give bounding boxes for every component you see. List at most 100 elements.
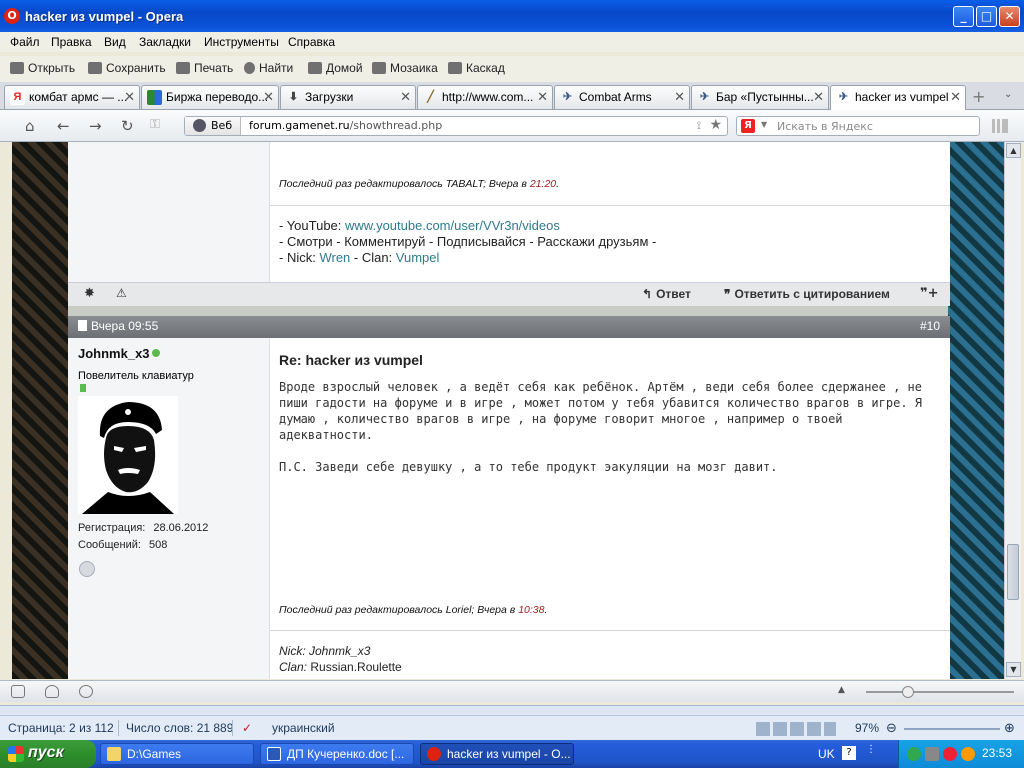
- reload-icon[interactable]: ↻: [121, 117, 134, 135]
- nick-link[interactable]: Wren: [319, 250, 350, 265]
- pen-icon: ╱: [427, 91, 434, 103]
- zoom-slider[interactable]: [866, 686, 1014, 698]
- zoom-level[interactable]: 97%: [855, 721, 879, 735]
- post-user-column: Johnmk_x3 Повелитель клавиатур Регистрац…: [68, 338, 270, 679]
- opera-tray-icon[interactable]: [943, 747, 957, 761]
- cascade-button[interactable]: Каскад: [448, 61, 505, 75]
- key-icon[interactable]: ⚿: [150, 117, 160, 132]
- page-scrollbar[interactable]: ▲ ▼: [1004, 142, 1021, 679]
- keyboard-language[interactable]: UK: [818, 747, 835, 761]
- menu-edit[interactable]: Правка: [51, 35, 92, 49]
- tab-close-icon[interactable]: ✕: [813, 89, 824, 105]
- avatar[interactable]: [78, 396, 178, 514]
- tab-downloads[interactable]: ⬇ Загрузки ✕: [280, 85, 416, 109]
- tab-bar-desert[interactable]: ✈ Бар «Пустынны... ✕: [691, 85, 829, 109]
- home-button[interactable]: Домой: [308, 61, 363, 75]
- multi-quote-icon[interactable]: ❞+: [920, 286, 939, 301]
- forward-icon[interactable]: →: [89, 117, 102, 135]
- open-button[interactable]: Открыть: [10, 61, 75, 75]
- close-button[interactable]: ✕: [999, 6, 1020, 27]
- menu-tools[interactable]: Инструменты: [204, 35, 279, 49]
- username-link[interactable]: Johnmk_x3: [78, 346, 150, 361]
- view-mode-buttons-icon[interactable]: [756, 722, 836, 736]
- address-field[interactable]: Веб forum.gamenet.ru/showthread.php ⟟ ★: [184, 116, 728, 136]
- zoom-out-icon[interactable]: ⊖: [886, 721, 897, 736]
- word-zoom-slider[interactable]: [904, 728, 1000, 730]
- save-button[interactable]: Сохранить: [88, 61, 166, 75]
- quote-reply-button[interactable]: ❞ Ответить с цитированием: [724, 287, 890, 301]
- scroll-up-icon[interactable]: ▲: [1006, 143, 1021, 158]
- previous-post: Последний раз редактировалось TABALT; Вч…: [68, 142, 950, 282]
- word-count[interactable]: Число слов: 21 889: [126, 721, 233, 735]
- search-icon: [244, 62, 255, 74]
- page-counter[interactable]: Страница: 2 из 112: [8, 721, 114, 735]
- zoom-in-icon[interactable]: ⊕: [1004, 721, 1015, 736]
- signature: - YouTube: www.youtube.com/user/VVr3n/vi…: [279, 218, 656, 266]
- print-button[interactable]: Печать: [176, 61, 233, 75]
- network-icon[interactable]: [925, 747, 939, 761]
- tile-button[interactable]: Мозаика: [372, 61, 438, 75]
- web-badge[interactable]: Веб: [185, 117, 241, 135]
- tab-close-icon[interactable]: ✕: [674, 89, 685, 105]
- tab-url[interactable]: ╱ http://www.com... ✕: [417, 85, 553, 109]
- unite-cloud-icon[interactable]: [45, 685, 59, 698]
- tab-close-icon[interactable]: ✕: [400, 89, 411, 105]
- new-tab-icon[interactable]: +: [972, 87, 985, 106]
- bookmark-star-icon[interactable]: ★: [709, 117, 722, 133]
- help-icon[interactable]: ?: [842, 746, 856, 760]
- taskbar-item-word-doc[interactable]: ДП Кучеренко.doc [...: [260, 743, 414, 765]
- back-icon[interactable]: ←: [57, 117, 70, 135]
- utorrent-icon[interactable]: [907, 747, 921, 761]
- printer-icon: [176, 62, 190, 74]
- menu-view[interactable]: Вид: [104, 35, 126, 49]
- minimize-button[interactable]: _: [953, 6, 974, 27]
- turbo-icon[interactable]: [79, 685, 93, 698]
- panel-toggle-icon[interactable]: [11, 685, 25, 698]
- scroll-thumb[interactable]: [1007, 544, 1019, 600]
- scroll-down-icon[interactable]: ▼: [1006, 662, 1021, 677]
- contact-icon[interactable]: [79, 561, 95, 577]
- post-number-link[interactable]: #10: [920, 319, 940, 333]
- tab-close-icon[interactable]: ✕: [263, 89, 274, 105]
- zoom-menu-icon[interactable]: ▲: [838, 685, 845, 695]
- clan-link[interactable]: Vumpel: [396, 250, 440, 265]
- report-warning-icon[interactable]: ⚠: [116, 286, 127, 300]
- reply-button[interactable]: ↰ Ответ: [642, 287, 691, 301]
- tab-hacker-vumpel[interactable]: ✈ hacker из vumpel ✕: [830, 85, 966, 110]
- tab-close-icon[interactable]: ✕: [124, 89, 135, 105]
- horizontal-scrollbar[interactable]: [0, 706, 1024, 716]
- taskbar-item-opera[interactable]: hacker из vumpel - O...: [420, 743, 574, 765]
- tab-bar: Я комбат армс — ... ✕ Биржа переводо... …: [0, 82, 1024, 110]
- youtube-link[interactable]: www.youtube.com/user/VVr3n/videos: [345, 218, 560, 233]
- menu-bookmarks[interactable]: Закладки: [139, 35, 191, 49]
- maximize-button[interactable]: □: [976, 6, 997, 27]
- browser-status-bar: ▲: [0, 680, 1024, 702]
- menu-file[interactable]: Файл: [10, 35, 40, 49]
- home-nav-icon[interactable]: ⌂: [25, 117, 35, 135]
- url-text[interactable]: forum.gamenet.ru/showthread.php: [249, 119, 442, 132]
- yandex-search-icon: Я: [741, 119, 755, 133]
- tab-menu-chevron-icon[interactable]: ⌄: [1004, 89, 1012, 100]
- tray-expand-icon[interactable]: ⋮: [866, 744, 876, 755]
- tab-combat-arms[interactable]: ✈ Combat Arms ✕: [554, 85, 690, 109]
- speed-dial-icon[interactable]: [992, 119, 1008, 133]
- rss-icon[interactable]: ⟟: [697, 119, 701, 133]
- start-button[interactable]: пуск: [0, 740, 96, 768]
- zoom-slider-knob[interactable]: [902, 686, 914, 698]
- search-field[interactable]: Я ▼ Искать в Яндекс: [736, 116, 980, 136]
- star-rating-icon[interactable]: ✸: [84, 286, 95, 301]
- globe-icon: [193, 119, 206, 132]
- language-indicator[interactable]: украинский: [272, 721, 335, 735]
- tab-combat-arms-search[interactable]: Я комбат армс — ... ✕: [4, 85, 140, 109]
- spelling-check-icon[interactable]: ✓: [242, 721, 252, 735]
- tab-close-icon[interactable]: ✕: [537, 89, 548, 105]
- status-divider: [232, 720, 233, 736]
- antivirus-icon[interactable]: [961, 747, 975, 761]
- background-pattern-left: [12, 142, 68, 679]
- menu-help[interactable]: Справка: [288, 35, 335, 49]
- taskbar-item-games[interactable]: D:\Games: [100, 743, 254, 765]
- tab-exchange[interactable]: Биржа переводо... ✕: [141, 85, 279, 109]
- tab-close-icon[interactable]: ✕: [950, 89, 961, 105]
- search-engine-dropdown-icon[interactable]: ▼: [761, 120, 767, 129]
- find-button[interactable]: Найти: [244, 61, 293, 75]
